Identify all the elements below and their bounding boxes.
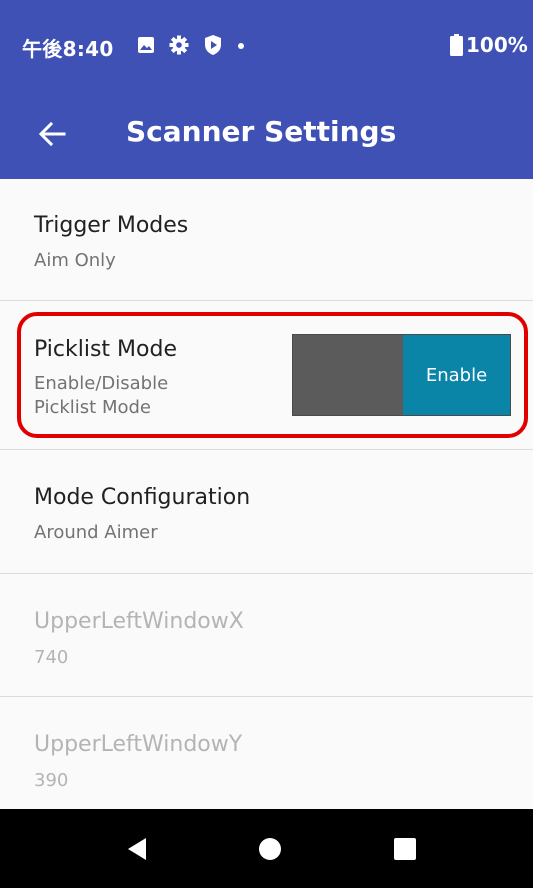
setting-value: Aim Only: [34, 250, 116, 271]
battery-percent: 100%: [466, 33, 528, 57]
phone-screen: 午後8:40 100% Scanner Settings Trigger Mod…: [0, 0, 533, 888]
setting-value: 740: [34, 647, 69, 668]
toggle-enable-segment[interactable]: Enable: [403, 335, 510, 415]
setting-trigger-modes[interactable]: Trigger Modes Aim Only: [0, 179, 533, 301]
arrow-left-icon[interactable]: [38, 120, 66, 148]
setting-upper-left-window-x: UpperLeftWindowX 740: [0, 574, 533, 697]
home-circle-icon[interactable]: [258, 837, 282, 861]
app-bar: Scanner Settings: [0, 94, 533, 179]
recents-square-icon[interactable]: [394, 838, 416, 860]
setting-upper-left-window-y: UpperLeftWindowY 390: [0, 697, 533, 809]
dot-icon: [238, 43, 244, 49]
image-icon: [138, 37, 154, 53]
setting-title: UpperLeftWindowY: [34, 732, 243, 757]
status-time: 午後8:40: [22, 37, 114, 61]
setting-title: Picklist Mode: [34, 337, 177, 362]
battery-icon: [450, 34, 463, 56]
shield-icon: [205, 35, 221, 55]
setting-value: Around Aimer: [34, 522, 158, 543]
setting-mode-configuration[interactable]: Mode Configuration Around Aimer: [0, 450, 533, 574]
gear-icon: [169, 35, 189, 55]
picklist-mode-toggle[interactable]: Enable: [292, 334, 511, 416]
setting-description: Enable/Disable Picklist Mode: [34, 373, 169, 418]
setting-title: Mode Configuration: [34, 485, 251, 510]
toggle-label: Enable: [425, 364, 488, 386]
back-triangle-icon[interactable]: [126, 837, 148, 861]
setting-title: Trigger Modes: [34, 213, 189, 238]
page-title: Scanner Settings: [126, 115, 397, 148]
setting-value: 390: [34, 770, 69, 791]
navigation-bar: [0, 809, 533, 888]
settings-list: Trigger Modes Aim Only Picklist Mode Ena…: [0, 179, 533, 809]
setting-title: UpperLeftWindowX: [34, 609, 244, 634]
status-bar: 午後8:40 100%: [0, 0, 533, 94]
